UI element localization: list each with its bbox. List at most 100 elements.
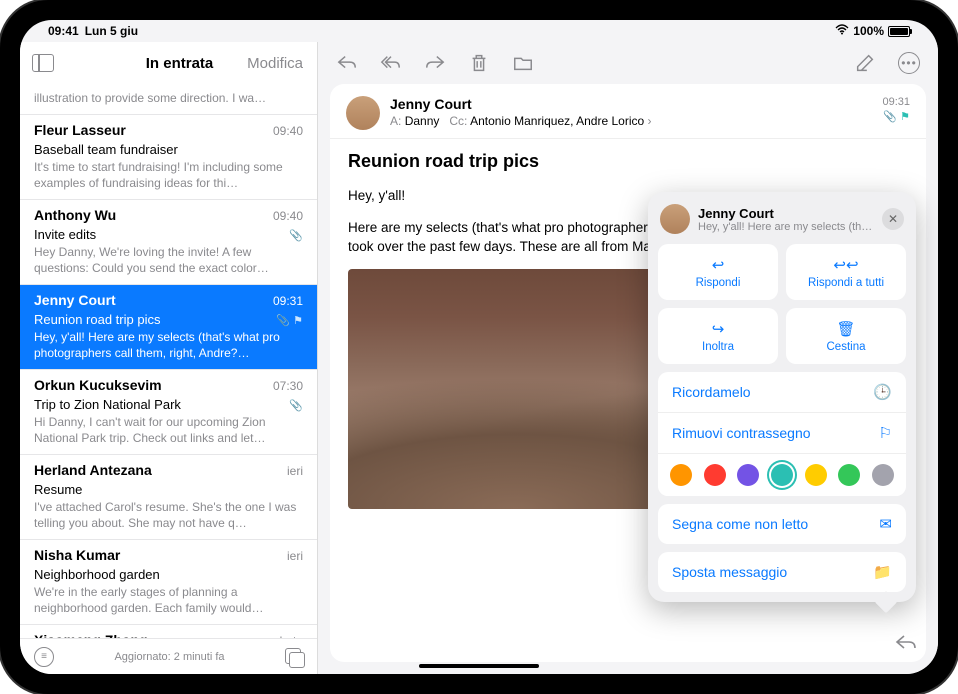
status-bar: 09:41 Lun 5 giu 100% <box>20 20 938 42</box>
list-time: ieri <box>287 463 303 479</box>
list-sender: Nisha Kumar <box>34 546 120 565</box>
cc-value[interactable]: Antonio Manriquez, Andre Lorico <box>470 114 644 128</box>
message-row[interactable]: Fleur Lasseur 09:40 Baseball team fundrais… <box>20 115 317 200</box>
reply-icon[interactable] <box>336 52 358 74</box>
list-sender: Herland Antezana <box>34 461 152 480</box>
list-subject: Invite edits <box>34 226 96 244</box>
forward-button[interactable]: ↪︎Inoltra <box>658 308 778 364</box>
message-row[interactable]: Jenny Court 09:31 Reunion road trip pics 📎⚑… <box>20 285 317 370</box>
mailboxes-button[interactable] <box>285 648 303 666</box>
reply-all-icon[interactable] <box>380 52 402 74</box>
list-subject: Reunion road trip pics <box>34 311 160 329</box>
flag-color-1[interactable] <box>704 464 726 486</box>
flag-icon: ⚑ <box>293 315 303 327</box>
trash-icon[interactable] <box>468 52 490 74</box>
flag-color-6[interactable] <box>872 464 894 486</box>
battery-pct: 100% <box>853 24 884 38</box>
message-row[interactable]: Herland Antezana ieri ResumeI've attached … <box>20 455 317 540</box>
message-row[interactable]: Anthony Wu 09:40 Invite edits 📎 Hey Danny, W… <box>20 200 317 285</box>
list-preview: illustration to provide some direction. … <box>34 90 303 106</box>
list-subject: Resume <box>34 481 82 499</box>
clock-icon: 🕒 <box>873 383 892 401</box>
detail-from[interactable]: Jenny Court <box>390 96 872 112</box>
trash-icon: 🗑 <box>836 320 855 338</box>
reply-fab-icon[interactable] <box>894 631 918 660</box>
list-preview: I've attached Carol's resume. She's the … <box>34 499 303 531</box>
flag-color-3[interactable] <box>771 464 793 486</box>
reply-all-icon: ↩︎↩︎ <box>833 256 858 274</box>
message-row[interactable]: Orkun Kucuksevim 07:30 Trip to Zion Nation… <box>20 370 317 455</box>
detail-toolbar: ••• <box>318 42 938 84</box>
remove-flag-button[interactable]: Rimuovi contrassegno⚐ <box>658 413 906 454</box>
message-detail-pane: ••• Jenny Court A: Danny Cc: Antonio Man… <box>318 42 938 674</box>
to-label: A: <box>390 114 401 128</box>
list-preview: We're in the early stages of planning a … <box>34 584 303 616</box>
status-time: 09:41 <box>48 24 79 38</box>
list-sender: Xiaomeng Zhong <box>34 631 148 638</box>
wifi-icon <box>835 24 849 38</box>
message-list[interactable]: illustration to provide some direction. … <box>20 84 317 638</box>
message-list-pane: In entrata Modifica illustration to prov… <box>20 42 318 674</box>
list-subject: Neighborhood garden <box>34 566 160 584</box>
list-time: 09:31 <box>273 293 303 309</box>
sidebar-toggle-icon[interactable] <box>32 54 54 72</box>
list-time: ieri <box>287 548 303 564</box>
move-icon[interactable] <box>512 52 534 74</box>
more-icon[interactable]: ••• <box>898 52 920 74</box>
list-preview: Hey, y'all! Here are my selects (that's … <box>34 329 303 361</box>
move-message-button[interactable]: Sposta messaggio📁 <box>658 552 906 592</box>
attachment-icon: 📎 <box>276 315 290 327</box>
reply-button[interactable]: ↩︎Rispondi <box>658 244 778 300</box>
battery-icon <box>888 26 910 37</box>
flag-color-5[interactable] <box>838 464 860 486</box>
message-row[interactable]: Nisha Kumar ieri Neighborhood gardenWe're … <box>20 540 317 625</box>
list-time: 07:30 <box>273 378 303 394</box>
close-icon[interactable]: ✕ <box>882 208 904 230</box>
popover-avatar <box>660 204 690 234</box>
to-value[interactable]: Danny <box>405 114 440 128</box>
filter-button[interactable]: ≡ <box>34 647 54 667</box>
flag-color-0[interactable] <box>670 464 692 486</box>
attachment-icon: 📎 <box>289 230 303 242</box>
mark-unread-button[interactable]: Segna come non letto✉︎ <box>658 504 906 544</box>
flag-icon: ⚑ <box>900 111 910 123</box>
flag-color-2[interactable] <box>737 464 759 486</box>
list-time: 09:40 <box>273 123 303 139</box>
sender-avatar[interactable] <box>346 96 380 130</box>
flag-color-4[interactable] <box>805 464 827 486</box>
list-subject: Baseball team fundraiser <box>34 141 178 159</box>
actions-popover: Jenny Court Hey, y'all! Here are my sele… <box>648 192 916 602</box>
message-row[interactable]: Xiaomeng ZhongsabatoPark Photos📎Hi Danny… <box>20 625 317 638</box>
forward-icon: ↪︎ <box>712 320 725 338</box>
compose-icon[interactable] <box>854 52 876 74</box>
list-time: 09:40 <box>273 208 303 224</box>
reply-all-button[interactable]: ↩︎↩︎Rispondi a tutti <box>786 244 906 300</box>
detail-time: 09:31 <box>882 96 910 108</box>
message-row[interactable]: illustration to provide some direction. … <box>20 84 317 115</box>
home-indicator[interactable] <box>419 664 539 668</box>
list-sender: Orkun Kucuksevim <box>34 376 162 395</box>
flag-color-row <box>658 454 906 496</box>
status-date: Lun 5 giu <box>85 24 138 38</box>
list-sender: Jenny Court <box>34 291 116 310</box>
remind-me-button[interactable]: Ricordamelo🕒 <box>658 372 906 413</box>
edit-button[interactable]: Modifica <box>247 55 303 72</box>
popover-preview: Hey, y'all! Here are my selects (that's… <box>698 221 874 233</box>
attachment-icon: 📎 <box>883 111 897 123</box>
list-preview: Hi Danny, I can't wait for our upcoming … <box>34 414 303 446</box>
popover-from: Jenny Court <box>698 206 874 221</box>
trash-button[interactable]: 🗑Cestina <box>786 308 906 364</box>
list-subject: Trip to Zion National Park <box>34 396 181 414</box>
list-preview: Hey Danny, We're loving the invite! A fe… <box>34 244 303 276</box>
list-preview: It's time to start fundraising! I'm incl… <box>34 159 303 191</box>
forward-icon[interactable] <box>424 52 446 74</box>
cc-label: Cc: <box>449 114 467 128</box>
sync-status: Aggiornato: 2 minuti fa <box>114 651 224 663</box>
envelope-icon: ✉︎ <box>879 515 892 533</box>
list-sender: Fleur Lasseur <box>34 121 126 140</box>
reply-icon: ↩︎ <box>712 256 725 274</box>
detail-subject: Reunion road trip pics <box>348 151 908 172</box>
unflag-icon: ⚐ <box>879 424 892 442</box>
list-sender: Anthony Wu <box>34 206 116 225</box>
attachment-icon: 📎 <box>289 400 303 412</box>
